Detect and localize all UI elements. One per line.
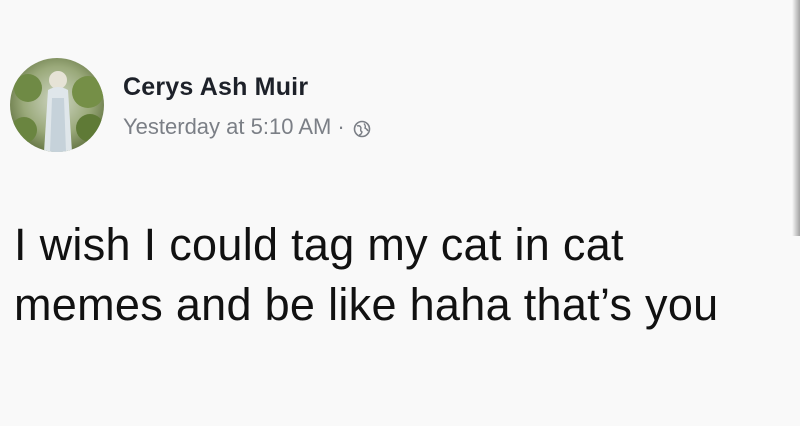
post-meta: Yesterday at 5:10 AM · bbox=[123, 114, 371, 140]
facebook-post: Cerys Ash Muir Yesterday at 5:10 AM · I … bbox=[0, 0, 800, 426]
author-avatar[interactable] bbox=[10, 58, 104, 152]
meta-separator: · bbox=[337, 114, 345, 139]
post-timestamp[interactable]: Yesterday at 5:10 AM bbox=[123, 114, 331, 140]
scrollbar-edge bbox=[792, 0, 800, 236]
globe-icon[interactable] bbox=[353, 118, 371, 138]
author-name[interactable]: Cerys Ash Muir bbox=[123, 73, 308, 102]
post-text: I wish I could tag my cat in cat memes a… bbox=[14, 219, 719, 330]
